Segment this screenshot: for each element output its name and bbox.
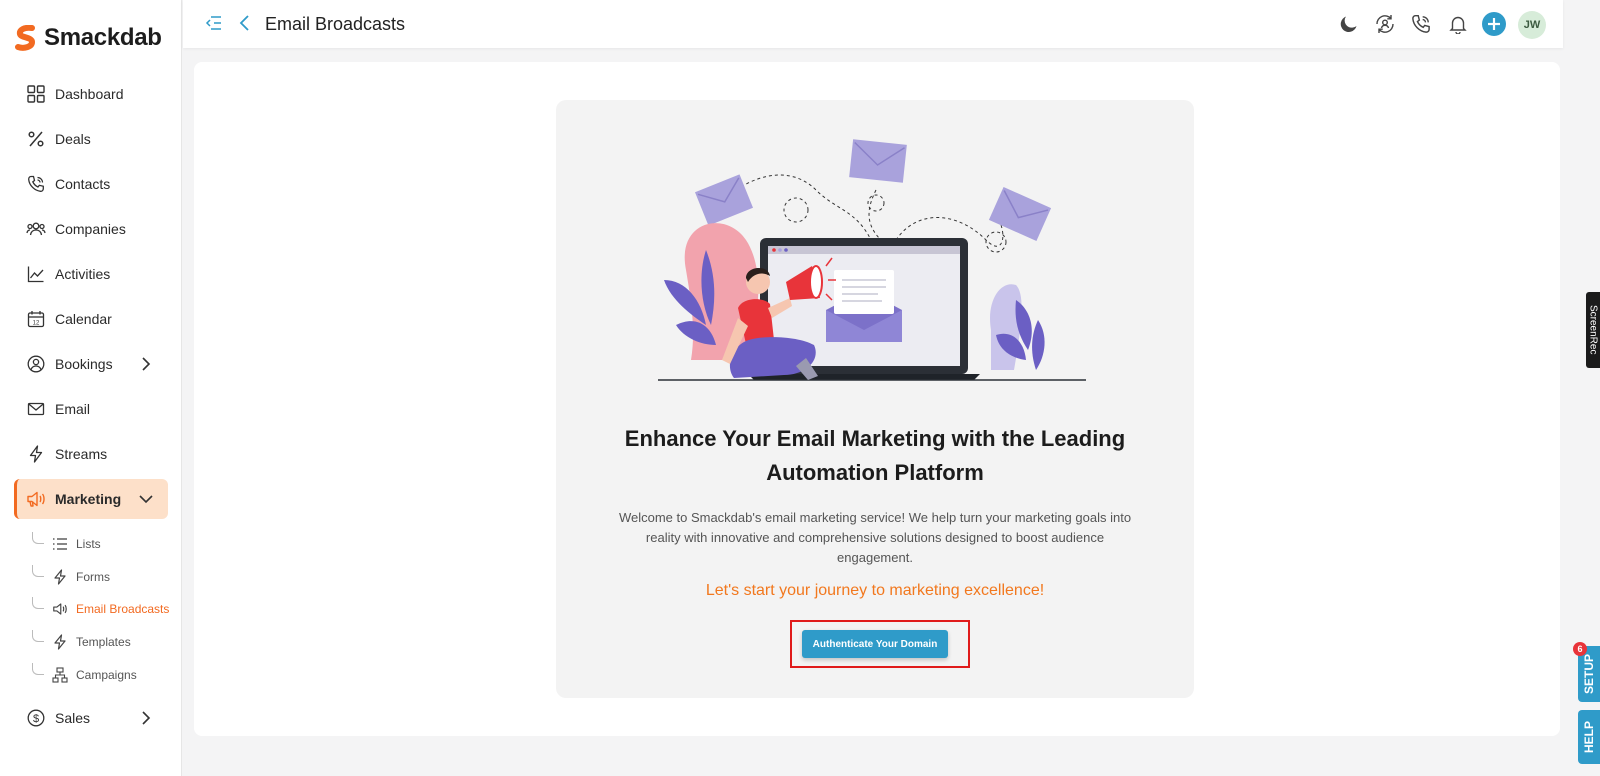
chevron-down-icon[interactable] [138,491,154,507]
sub-item-label: Forms [76,570,110,584]
percent-icon [26,129,46,149]
add-button[interactable] [1482,12,1506,36]
plus-circle-icon [1482,12,1506,36]
setup-badge: 6 [1573,642,1587,656]
people-group-icon [26,219,46,239]
sidebar-item-contacts[interactable]: Contacts [14,164,168,204]
sub-item-label: Email Broadcasts [76,602,170,616]
sidebar-item-label: Sales [55,710,91,726]
headline: Enhance Your Email Marketing with the Le… [624,426,1126,485]
authenticate-domain-button[interactable]: Authenticate Your Domain [802,630,948,658]
sidebar-item-calendar[interactable]: 12 Calendar [14,299,168,339]
sidebar-item-activities[interactable]: Activities [14,254,168,294]
sidebar-item-marketing[interactable]: Marketing [14,479,168,519]
bell-icon [1449,16,1467,34]
sidebar-item-sales[interactable]: $ Sales [14,698,168,738]
chevron-right-icon[interactable] [138,356,154,372]
envelope-icon [26,399,46,419]
sidebar-item-label: Calendar [55,311,112,327]
top-bar: Email Broadcasts JW [183,0,1563,48]
email-marketing-illustration [658,139,1086,381]
line-chart-icon [26,264,46,284]
sync-user-button[interactable] [1373,12,1397,36]
app-name: Smackdab [44,24,162,51]
moon-icon [1340,16,1357,33]
sub-item-label: Templates [76,635,131,649]
sidebar-item-streams[interactable]: Streams [14,434,168,474]
sub-item-campaigns[interactable]: Campaigns [32,663,137,687]
tree-connector [32,663,44,675]
dark-mode-toggle[interactable] [1337,12,1361,36]
logo[interactable]: Smackdab [14,24,162,52]
megaphone-icon [52,601,68,617]
list-icon [52,536,68,552]
phone-icon [26,174,46,194]
sidebar-item-bookings[interactable]: Bookings [14,344,168,384]
tree-connector [32,630,44,642]
sub-item-label: Lists [76,537,101,551]
dollar-circle-icon: $ [26,708,46,728]
sidebar-item-label: Companies [55,221,126,237]
sidebar-item-label: Bookings [55,356,113,372]
sidebar-item-label: Streams [55,446,108,462]
smackdab-logo-icon [15,25,36,51]
empty-state-card: Enhance Your Email Marketing with the Le… [556,100,1194,698]
megaphone-icon [26,489,46,509]
lightning-icon [52,634,68,650]
sidebar-item-deals[interactable]: Deals [14,119,168,159]
sub-item-templates[interactable]: Templates [32,630,131,654]
sidebar-item-label: Email [55,401,91,417]
main-panel: Enhance Your Email Marketing with the Le… [194,62,1560,736]
tree-connector [32,565,44,577]
dashboard-grid-icon [26,84,46,104]
sidebar-item-label: Deals [55,131,91,147]
sidebar-item-label: Dashboard [55,86,124,102]
sidebar: Smackdab Dashboard Deals Contacts Compan… [0,0,182,776]
tree-connector [32,597,44,609]
cta-text: Let's start your journey to marketing ex… [705,582,1045,599]
sub-item-label: Campaigns [76,668,137,682]
svg-text:$: $ [33,713,39,725]
chevron-right-icon[interactable] [138,710,154,726]
description: Welcome to Smackdab's email marketing se… [618,510,1132,565]
user-sync-icon [1376,15,1394,33]
svg-text:12: 12 [33,321,40,327]
avatar[interactable]: JW [1518,11,1546,39]
phone-icon [1412,14,1430,33]
notifications-button[interactable] [1446,12,1470,36]
lightning-icon [52,569,68,585]
sidebar-item-label: Contacts [55,176,111,192]
sidebar-item-email[interactable]: Email [14,389,168,429]
call-button[interactable] [1409,12,1433,36]
flowchart-icon [52,667,68,683]
page-title: Email Broadcasts [265,14,406,34]
screenrec-tab[interactable]: ScreenRec [1586,292,1600,368]
sidebar-item-dashboard[interactable]: Dashboard [14,74,168,114]
sidebar-item-companies[interactable]: Companies [14,209,168,249]
user-circle-icon [26,354,46,374]
sub-item-forms[interactable]: Forms [32,565,110,589]
sidebar-item-label: Marketing [55,491,122,507]
collapse-menu-icon[interactable] [205,14,223,32]
sub-item-lists[interactable]: Lists [32,532,101,556]
sidebar-item-label: Activities [55,266,111,282]
sub-item-email-broadcasts[interactable]: Email Broadcasts [32,597,169,621]
lightning-icon [26,444,46,464]
tree-connector [32,532,44,544]
help-tab[interactable]: HELP [1578,710,1600,764]
back-arrow-icon[interactable] [237,14,253,32]
calendar-icon: 12 [26,309,46,329]
